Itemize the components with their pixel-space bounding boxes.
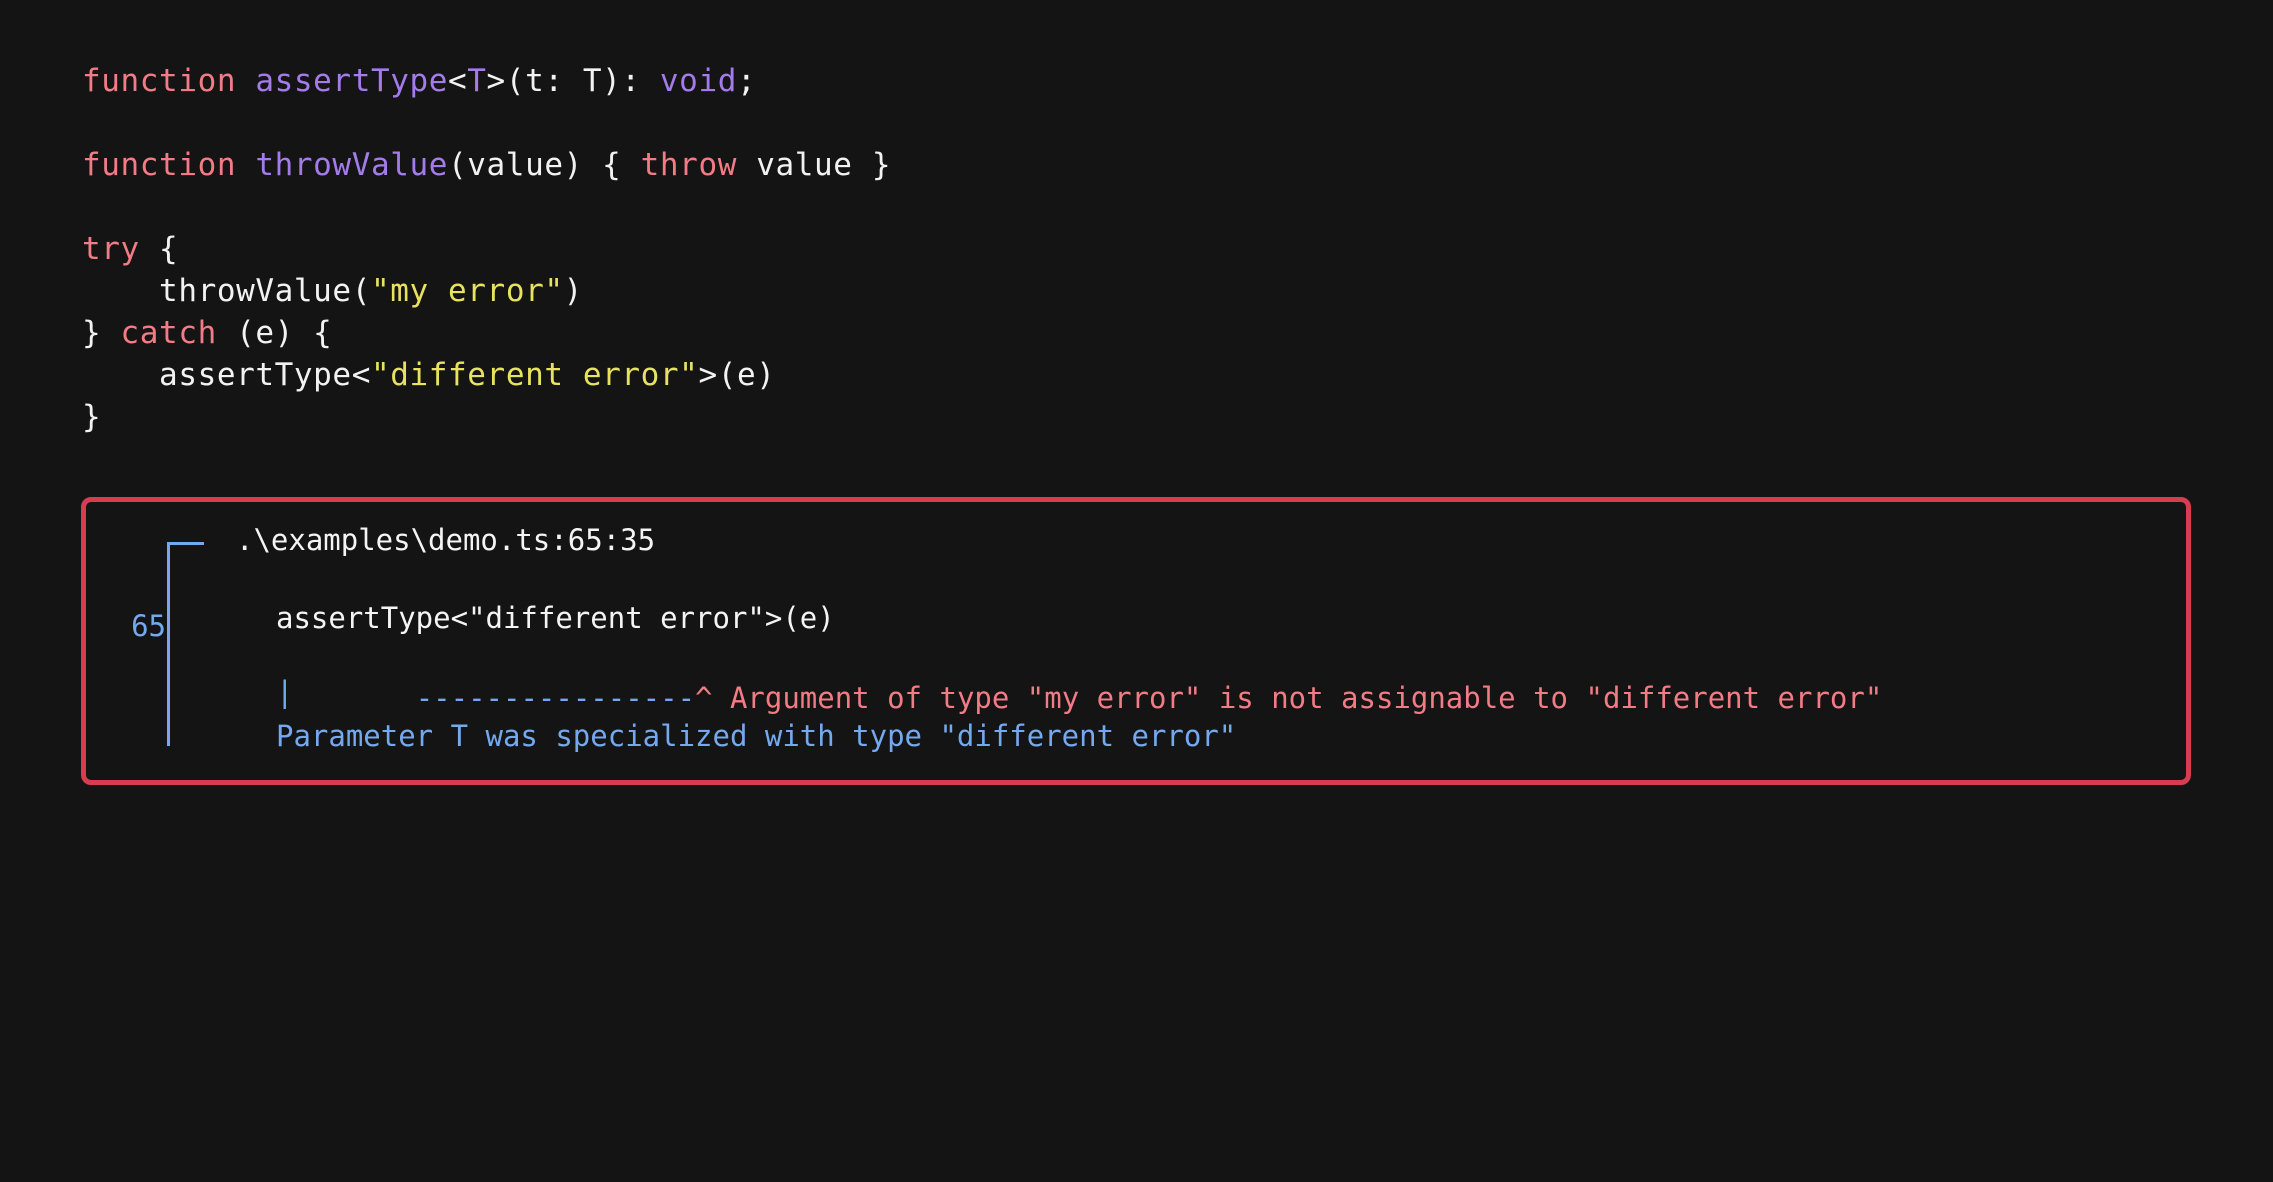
terminal-output-screen: function assertType<T>(t: T): void; func… <box>0 0 2273 870</box>
diagnostic-code-snippet: assertType<"different error">(e) <box>276 601 835 635</box>
source-code-block: function assertType<T>(t: T): void; func… <box>82 60 891 438</box>
code-token-plain: >(e) <box>698 357 776 393</box>
gutter-rail-elbow <box>167 542 204 545</box>
diagnostic-line-number: 65 <box>131 609 166 643</box>
code-line: function throwValue(value) { throw value… <box>82 144 891 186</box>
code-line: assertType<"different error">(e) <box>82 354 891 396</box>
code-line: try { <box>82 228 891 270</box>
code-token-plain: ) <box>563 273 583 309</box>
code-line: throwValue("my error") <box>82 270 891 312</box>
code-token-keyword: function <box>82 63 237 99</box>
code-line: } catch (e) { <box>82 312 891 354</box>
code-token-plain: >(t: T): <box>486 63 660 99</box>
diagnostic-panel: 65 .\examples\demo.ts:65:35 assertType<"… <box>81 497 2191 785</box>
code-token-plain: ; <box>736 63 757 99</box>
diagnostic-pipe-connector: | <box>276 675 294 709</box>
code-token-plain: (e) { <box>216 315 333 351</box>
code-token-plain: throwValue( <box>82 273 371 309</box>
diagnostic-note: Parameter T was specialized with type "d… <box>276 719 1237 753</box>
gutter-rail <box>167 534 217 746</box>
code-token-identifier: assertType <box>255 63 449 99</box>
code-token-plain: } <box>82 399 102 435</box>
diagnostic-content: 65 .\examples\demo.ts:65:35 assertType<"… <box>86 502 2186 780</box>
code-token-identifier: void <box>659 63 737 99</box>
code-token-string: "different error" <box>370 357 699 393</box>
diagnostic-file-path[interactable]: .\examples\demo.ts:65:35 <box>236 520 655 560</box>
code-token-string: "my error" <box>370 273 564 309</box>
code-token-plain: value } <box>736 147 892 183</box>
diagnostic-underline-dashes: ---------------- <box>415 681 696 715</box>
code-line: } <box>82 396 891 438</box>
code-token-identifier: T <box>467 63 487 99</box>
code-line: function assertType<T>(t: T): void; <box>82 60 891 102</box>
gutter-rail-vertical <box>167 542 170 746</box>
code-token-plain: < <box>448 63 468 99</box>
code-token-keyword: function <box>82 147 237 183</box>
code-token-keyword: catch <box>120 315 217 351</box>
code-token-plain: assertType< <box>82 357 371 393</box>
code-token-identifier: throwValue <box>255 147 449 183</box>
code-token-plain: (value) { <box>448 147 641 183</box>
code-token-plain: { <box>139 231 179 267</box>
code-token-keyword: try <box>82 231 140 267</box>
diagnostic-error-message: ^ Argument of type "my error" is not ass… <box>695 681 1883 715</box>
code-token-keyword: throw <box>640 147 737 183</box>
code-token-plain: } <box>82 315 121 351</box>
